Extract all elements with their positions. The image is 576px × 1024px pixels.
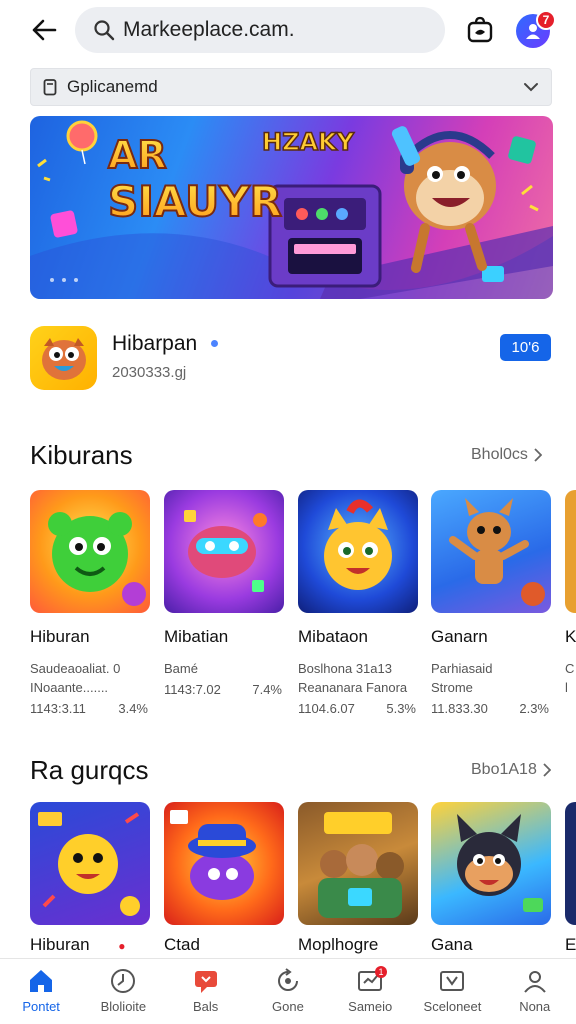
- nav-item-chart[interactable]: Sceloneet: [411, 959, 493, 1024]
- nav-item-clock[interactable]: Blolioite: [82, 959, 164, 1024]
- nav-item-refresh[interactable]: Gone: [247, 959, 329, 1024]
- app-card-desc: Parhiasaid Strome: [431, 661, 493, 695]
- app-card-partial[interactable]: K Cl: [565, 490, 576, 697]
- bottom-nav: Pontet Blolioite Bals Gone 1 Sameio Scel…: [0, 958, 576, 1024]
- app-card-art: [30, 490, 150, 613]
- app-card-name: Ctad: [164, 935, 200, 954]
- app-card-meta: 1104.6.07 5.3%: [298, 701, 416, 716]
- featured-app-icon[interactable]: [30, 326, 97, 390]
- category-select-value: Gplicanemd: [67, 77, 158, 96]
- nav-item-home[interactable]: Pontet: [0, 959, 82, 1024]
- clock-icon: [111, 969, 136, 993]
- nav-label: Blolioite: [100, 999, 147, 1014]
- shopping-bag-icon: [467, 16, 493, 43]
- app-card-name: Mibataon: [298, 627, 368, 646]
- back-button[interactable]: [22, 10, 66, 50]
- app-card-name: Hiburan ●: [30, 935, 126, 954]
- nav-label: Gone: [272, 999, 304, 1014]
- top-bar: 7: [0, 0, 576, 60]
- nav-label: Sceloneet: [423, 999, 482, 1014]
- app-card-name: Gana: [431, 935, 473, 954]
- chart-icon: [440, 971, 465, 991]
- banner-line2: SIAUYR: [108, 177, 282, 226]
- app-card-name: K: [565, 627, 576, 646]
- magnifier-icon: [94, 20, 115, 41]
- chevron-right-icon: [543, 763, 551, 777]
- search-bar[interactable]: [75, 7, 445, 53]
- app-card-name: Moplhogre: [298, 935, 379, 954]
- nav-label: Nona: [519, 999, 551, 1014]
- app-card-art: [565, 490, 576, 613]
- search-input[interactable]: [123, 18, 423, 42]
- app-card-desc: Boslhona 31a13 Reananara Fanora: [298, 661, 408, 695]
- promo-banner[interactable]: AR SIAUYR HZAKY: [30, 116, 553, 299]
- banner-art: AR SIAUYR HZAKY: [30, 120, 553, 299]
- app-card-meta: 11.833.30 2.3%: [431, 701, 549, 716]
- bag-button[interactable]: [462, 12, 498, 48]
- app-card[interactable]: Ctad: [164, 802, 284, 955]
- nav-label: Pontet: [22, 999, 60, 1014]
- app-card-art: [298, 490, 418, 613]
- app-card-art: [565, 802, 576, 925]
- notification-badge: 7: [536, 10, 556, 30]
- app-card-art: [431, 490, 551, 613]
- app-card[interactable]: Hiburan Saudeaoaliat. 0 INoaante....... 1…: [30, 490, 150, 716]
- banner-line1: AR: [108, 133, 167, 177]
- nav-label: Sameio: [348, 999, 393, 1014]
- app-card-meta: 1143:3.11 3.4%: [30, 701, 148, 716]
- app-card-art: [164, 802, 284, 925]
- app-card-desc: Cl: [565, 661, 575, 695]
- banner-tag: HZAKY: [262, 128, 355, 156]
- app-card-partial[interactable]: E: [565, 802, 576, 955]
- featured-app-subtitle: 2030333.gj: [112, 364, 187, 381]
- nav-badge: 1: [375, 966, 388, 978]
- nav-item-inbox[interactable]: 1 Sameio: [329, 959, 411, 1024]
- message-icon: [194, 971, 217, 993]
- featured-app-action-button[interactable]: 10'6: [500, 334, 551, 361]
- section2-more-link[interactable]: Bbo1A18: [471, 761, 551, 779]
- app-card-name: Hiburan: [30, 627, 90, 646]
- person-icon: [523, 971, 546, 993]
- category-select[interactable]: Gplicanemd: [30, 68, 552, 106]
- refresh-icon: [277, 968, 298, 991]
- chevron-right-icon: [534, 448, 542, 462]
- featured-app-title[interactable]: Hibarpan: [112, 332, 197, 356]
- clipboard-icon: [43, 79, 57, 96]
- app-card[interactable]: Mibatian Bamé 1143:7.02 7.4%: [164, 490, 284, 697]
- section2-title: Ra gurqcs: [30, 755, 149, 785]
- app-card-name: Mibatian: [164, 627, 229, 646]
- app-card-art: [431, 802, 551, 925]
- app-card[interactable]: Hiburan ●: [30, 802, 150, 955]
- section1-title: Kiburans: [30, 440, 133, 470]
- app-card-art: [298, 802, 418, 925]
- app-card-desc: Saudeaoaliat. 0 INoaante.......: [30, 661, 121, 695]
- app-card-art: [30, 802, 150, 925]
- app-card[interactable]: Ganarn Parhiasaid Strome 11.833.30 2.3%: [431, 490, 551, 716]
- app-card-art: [164, 490, 284, 613]
- app-card-desc: Bamé: [164, 661, 198, 676]
- chevron-down-icon: [524, 83, 538, 92]
- section1-more-link[interactable]: Bhol0cs: [471, 446, 542, 464]
- section2-more-label: Bbo1A18: [471, 761, 537, 778]
- nav-item-messages[interactable]: Bals: [165, 959, 247, 1024]
- verified-dot-icon: [211, 340, 218, 347]
- app-card-meta: 1143:7.02 7.4%: [164, 682, 282, 697]
- app-card-name: Ganarn: [431, 627, 488, 646]
- section1-more-label: Bhol0cs: [471, 446, 528, 463]
- app-card[interactable]: Gana: [431, 802, 551, 955]
- app-card-name: E: [565, 935, 576, 954]
- nav-label: Bals: [193, 999, 219, 1014]
- app-card[interactable]: Moplhogre: [298, 802, 418, 955]
- home-icon: [30, 970, 53, 992]
- arrow-left-icon: [32, 19, 57, 41]
- nav-item-profile[interactable]: Nona: [494, 959, 576, 1024]
- app-card[interactable]: Mibataon Boslhona 31a13 Reananara Fanora …: [298, 490, 418, 716]
